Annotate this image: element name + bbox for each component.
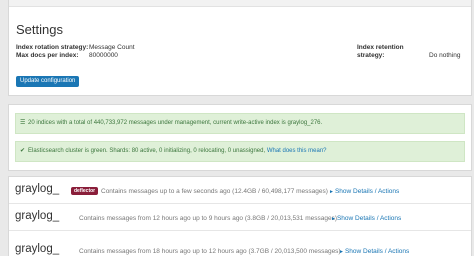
show-details-link[interactable]: Show Details xyxy=(335,188,373,195)
show-details-link[interactable]: Show Details xyxy=(345,248,383,255)
update-configuration-button[interactable]: Update configuration xyxy=(16,76,80,87)
index-row: graylog_ Contains messages from 12 hours… xyxy=(9,204,471,231)
settings-panel: Settings Index rotation strategy:Message… xyxy=(8,0,472,96)
max-docs-label: Max docs per index: xyxy=(16,52,79,59)
actions-link[interactable]: Actions xyxy=(378,188,399,195)
status-panel: ☰ 20 indices with a total of 440,733,972… xyxy=(8,104,472,171)
index-name: graylog_ xyxy=(15,243,60,255)
what-does-this-mean-link[interactable]: What does this mean? xyxy=(267,148,327,154)
cluster-health-alert: ✔ Elasticsearch cluster is green. Shards… xyxy=(15,141,465,162)
check-circle-icon: ✔ xyxy=(20,148,26,154)
indices-summary-alert: ☰ 20 indices with a total of 440,733,972… xyxy=(15,113,465,134)
list-icon: ☰ xyxy=(20,120,26,126)
link-separator: / xyxy=(376,215,379,222)
actions-link[interactable]: Actions xyxy=(380,215,401,222)
max-docs-row: Max docs per index: 80000000 xyxy=(16,52,118,60)
deflector-badge: deflector xyxy=(71,187,99,195)
link-separator: / xyxy=(374,188,377,195)
cluster-health-text: Elasticsearch cluster is green. Shards: … xyxy=(28,148,266,154)
rotation-strategy-value: Message Count xyxy=(89,44,135,51)
index-name: graylog_ xyxy=(15,183,60,195)
retention-strategy-label: Index retention strategy: xyxy=(357,44,404,59)
index-links: ►Show Details / Actions xyxy=(329,188,399,195)
retention-strategy-row: Index retention strategy: Do nothing xyxy=(357,44,460,60)
max-docs-value: 80000000 xyxy=(89,52,118,59)
indices-summary-text: 20 indices with a total of 440,733,972 m… xyxy=(28,120,323,126)
show-details-link[interactable]: Show Details xyxy=(337,215,375,222)
link-separator: / xyxy=(384,248,387,255)
rotation-strategy-row: Index rotation strategy:Message Count xyxy=(16,44,135,52)
index-name: graylog_ xyxy=(15,210,60,222)
index-row: graylog_ deflector Contains messages up … xyxy=(9,177,471,204)
actions-link[interactable]: Actions xyxy=(388,248,409,255)
index-row: graylog_ Contains messages from 18 hours… xyxy=(9,237,471,256)
index-description: Contains messages up to a few seconds ag… xyxy=(101,188,328,195)
index-description: Contains messages from 18 hours ago up t… xyxy=(79,248,341,255)
settings-title: Settings xyxy=(16,22,63,37)
caret-right-icon: ► xyxy=(339,249,344,255)
index-description: Contains messages from 12 hours ago up t… xyxy=(79,215,337,222)
rotation-strategy-label: Index rotation strategy: xyxy=(16,44,89,51)
index-links: ►Show Details / Actions xyxy=(331,215,401,222)
retention-strategy-value: Do nothing xyxy=(429,52,461,59)
caret-right-icon: ► xyxy=(329,189,334,195)
caret-right-icon: ► xyxy=(331,216,336,222)
indices-list: graylog_ deflector Contains messages up … xyxy=(8,176,472,256)
index-links: ►Show Details / Actions xyxy=(339,248,409,255)
